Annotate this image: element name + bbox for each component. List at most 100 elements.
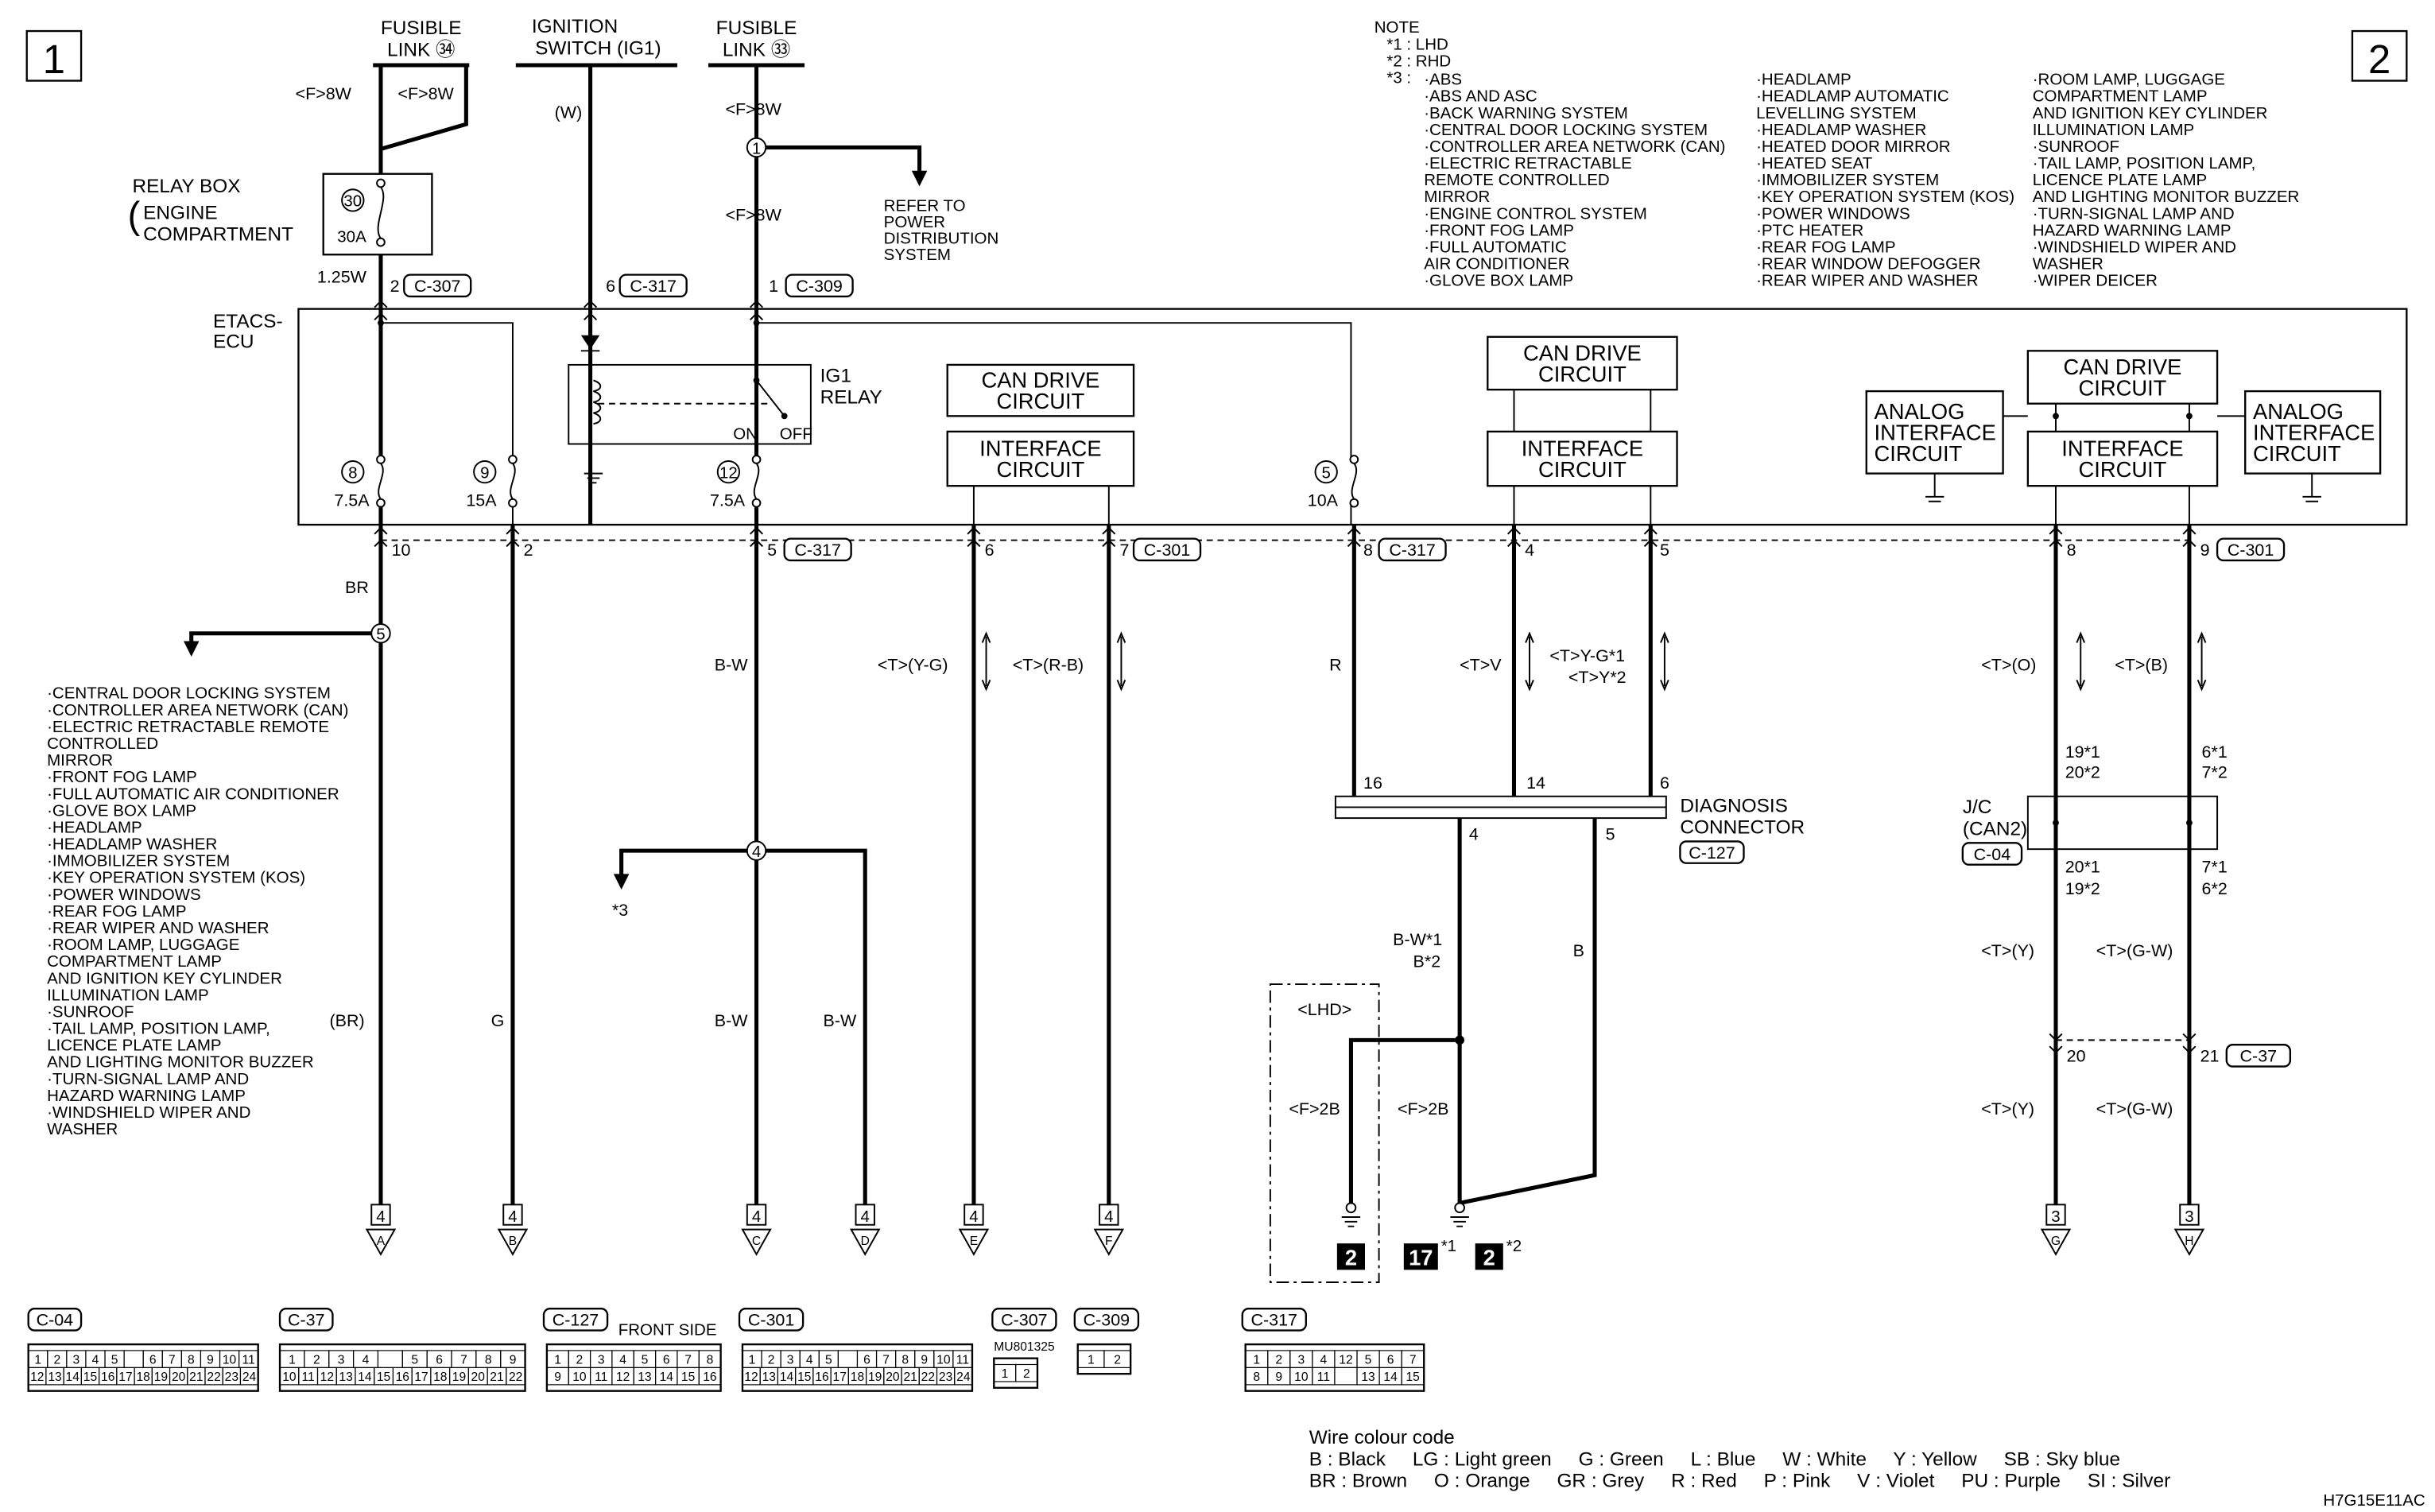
can-drive-circuit: CAN DRIVECIRCUIT <box>2026 350 2219 405</box>
note-item: LEVELLING SYSTEM <box>1756 104 1917 122</box>
relay-box-label: COMPARTMENT <box>143 224 293 246</box>
source-label: LINK ㉝ <box>723 39 790 60</box>
pin-number: 11 <box>1317 1370 1330 1384</box>
pin-number: 2 <box>53 1354 60 1367</box>
connector-name: CONNECTOR <box>1680 817 1805 839</box>
pin-number: 7 <box>882 1354 890 1367</box>
pin-number: 4 <box>1525 541 1534 560</box>
pin-number: 3 <box>787 1354 794 1367</box>
system-list-item: ·HEADLAMP WASHER <box>47 835 217 854</box>
system-list-item: ·SUNROOF <box>47 1002 134 1021</box>
pin-number: 21 <box>903 1370 917 1384</box>
continuation-E: 4E <box>958 1204 990 1256</box>
connector-id: C-317 <box>1389 541 1435 560</box>
pin-number: 5 <box>1365 1354 1372 1367</box>
pin-number: 20*1 <box>2065 857 2100 876</box>
ground-point-2: 2 <box>1336 1243 1366 1270</box>
fuse-12: 12 7.5A <box>710 455 762 510</box>
node-number: 1 <box>752 139 761 157</box>
wire-colour: B-W*1 <box>1393 930 1442 949</box>
note-key: *3 : <box>1386 69 1411 87</box>
pin-number: 19 <box>452 1370 466 1384</box>
note-item: ·HEATED SEAT <box>1756 154 1873 173</box>
pin-number: 1 <box>1002 1367 1009 1381</box>
note-item: ·ENGINE CONTROL SYSTEM <box>1424 204 1647 223</box>
source-label: IGNITION <box>532 16 618 37</box>
relay-on-label: ON <box>733 425 758 444</box>
note-item: ·POWER WINDOWS <box>1756 204 1910 223</box>
note-block: NOTE*1 : LHD*2 : RHD*3 : ·ABS·ABS AND ASC… <box>1375 18 2300 290</box>
connector-id: C-317 <box>1251 1311 1297 1330</box>
continuation-page: 4 <box>376 1208 385 1226</box>
pin-number: 6 <box>1387 1354 1394 1367</box>
wire-colour: BR <box>345 578 369 597</box>
connector-id: C-37 <box>2240 1047 2278 1066</box>
pin-number: 4 <box>806 1354 813 1367</box>
pin-number: 4 <box>1469 824 1479 843</box>
connector-id: C-37 <box>288 1311 325 1330</box>
pin-number: 2 <box>313 1354 320 1367</box>
pin-number: 10 <box>282 1370 297 1384</box>
fusible-link-34: FUSIBLE LINK ㉞ <box>373 17 470 68</box>
system-list-item: ·FULL AUTOMATIC AIR CONDITIONER <box>47 785 339 803</box>
connector-tag-c309: C-309 <box>785 273 854 298</box>
pin-number: 8 <box>1363 541 1373 560</box>
pin-number: 1 <box>769 277 778 296</box>
wire-colour: R <box>1329 656 1342 675</box>
legend-row: BR : Brown O : Orange GR : Grey R : Red … <box>1309 1471 2171 1492</box>
interface-circuit: INTERFACECIRCUIT <box>946 430 1135 487</box>
pin-number: 10 <box>936 1354 951 1367</box>
note-item: ·HEADLAMP WASHER <box>1756 121 1926 139</box>
note-item: ·GLOVE BOX LAMP <box>1424 272 1573 290</box>
page-marker-right: 2 <box>2351 29 2408 82</box>
pin-number: 12 <box>30 1370 44 1384</box>
note-item: ·WINDSHIELD WIPER AND <box>2033 238 2236 257</box>
wire-label: <F>8W <box>397 84 454 103</box>
pin-number: 1 <box>554 1354 561 1367</box>
pin-number: 6*2 <box>2202 879 2228 898</box>
pin-number: 6 <box>1660 773 1669 793</box>
pin-number: 1 <box>34 1354 41 1367</box>
wire-label: 1.25W <box>317 267 367 286</box>
ground-number: 2 <box>1345 1246 1357 1270</box>
continuation-C: 4C <box>741 1204 772 1256</box>
pin-number: 12 <box>744 1370 758 1384</box>
source-label: SWITCH (IG1) <box>535 37 661 59</box>
ig1-relay: IG1 RELAY ON OFF <box>568 335 882 484</box>
continuation-B: 4B <box>497 1204 529 1256</box>
wire-label: <F>2B <box>1398 1099 1448 1118</box>
connector-views: C-041 2 3 4 5 6 7 8 9 10 1112 13 14 15 16 17 18 19 20 21 22 2… <box>27 1308 1425 1392</box>
bidirectional-arrow-icon <box>981 631 991 692</box>
legend-title: Wire colour code <box>1309 1427 1455 1448</box>
relay-box: RELAY BOX ( ENGINE COMPARTMENT 30 30A <box>128 173 433 256</box>
pin-number: 15 <box>1406 1370 1420 1384</box>
pin-number: 23 <box>225 1370 238 1384</box>
pin-number: 11 <box>956 1354 969 1367</box>
page-number: 2 <box>2368 37 2390 82</box>
pin-number: 2 <box>524 541 533 560</box>
continuation-page: 4 <box>969 1208 978 1226</box>
diagnosis-connector: 16 14 6 4 5 DIAGNOSIS CONNECTOR C-127 <box>1334 773 1805 864</box>
pin-number: 14 <box>780 1370 794 1384</box>
pin-number: 4 <box>619 1354 626 1367</box>
note-item: HAZARD WARNING LAMP <box>2033 221 2231 239</box>
pin-number: 9 <box>1275 1370 1282 1384</box>
continuation-page: 4 <box>508 1208 517 1226</box>
ground-point-17: 17 *1 <box>1403 1237 1456 1270</box>
pin-number: 15 <box>681 1370 696 1384</box>
pin-number: 5 <box>411 1354 418 1367</box>
bidirectional-arrow-icon <box>2197 631 2207 692</box>
fuse-rating: 7.5A <box>334 491 370 510</box>
pin-number: 10 <box>1294 1370 1309 1384</box>
pin-number: 1 <box>749 1354 756 1367</box>
pin-number: 18 <box>136 1370 149 1384</box>
pin-number: 22 <box>509 1370 522 1384</box>
pin-number: 19*1 <box>2065 742 2100 762</box>
connector-id: C-317 <box>630 277 676 296</box>
circuit-label: CIRCUIT <box>1538 457 1627 482</box>
pin-number: 23 <box>939 1370 952 1384</box>
ecu-fuses: 87.5A915A127.5A510A <box>334 455 1359 510</box>
pin-number: 2 <box>1023 1367 1030 1381</box>
pin-number: 19*2 <box>2065 879 2100 898</box>
note-item: ·IMMOBILIZER SYSTEM <box>1756 171 1939 189</box>
